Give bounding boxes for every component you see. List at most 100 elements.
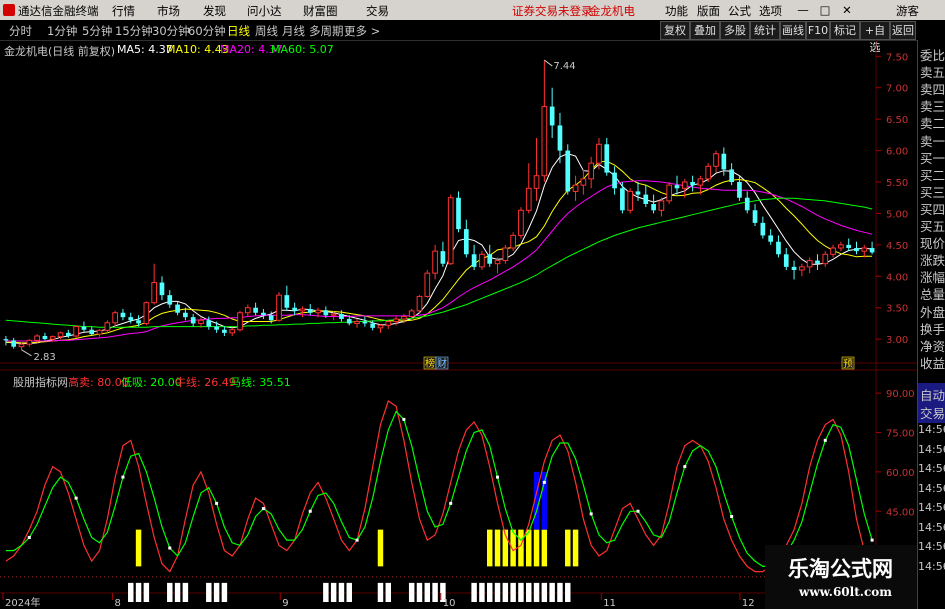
menu-hangqing[interactable]: 行情 <box>112 3 135 19</box>
duogu-button[interactable]: 多股 <box>720 21 750 40</box>
back-button[interactable]: 返回 <box>890 21 916 40</box>
candle-101 <box>791 260 797 280</box>
candle-body-81 <box>635 191 641 195</box>
candle-body-107 <box>838 244 844 249</box>
candle-body-52 <box>408 310 415 318</box>
menu-shichang[interactable]: 市场 <box>157 3 180 19</box>
candle-20 <box>159 276 165 301</box>
side-time-3: 14:56 <box>918 481 945 495</box>
candle-body-96 <box>752 210 758 223</box>
f10-button[interactable]: F10 <box>806 21 830 40</box>
tab-daily[interactable]: 日线 <box>227 23 250 39</box>
candle-body-1 <box>11 340 17 347</box>
watermark-url: www.60lt.com <box>799 585 892 599</box>
login-status[interactable]: 证券交易未登录 <box>512 3 593 19</box>
menu-jiaoyi[interactable]: 交易 <box>366 3 389 19</box>
candle-78 <box>612 166 617 195</box>
candle-body-43 <box>339 314 344 320</box>
signal-bar-white-21 <box>479 582 485 602</box>
close-icon[interactable]: ✕ <box>838 3 856 17</box>
candle-102 <box>799 263 805 277</box>
menu-gongneng[interactable]: 功能 <box>665 3 688 19</box>
candle-body-15 <box>120 312 126 318</box>
candle-70 <box>549 87 555 138</box>
tab-5min[interactable]: 5分钟 <box>82 23 112 39</box>
candle-12 <box>96 329 103 337</box>
signal-bar-white-0 <box>128 582 134 602</box>
tab-fenshi[interactable]: 分时 <box>9 23 32 39</box>
candle-body-73 <box>572 184 579 192</box>
candle-body-90 <box>705 165 712 180</box>
signal-bar-yellow-0 <box>135 529 142 567</box>
menu-wenxiaoda[interactable]: 问小达 <box>247 3 282 19</box>
signal-bar-white-6 <box>206 582 212 602</box>
tab-30min[interactable]: 30分钟 <box>152 23 190 39</box>
candle-body-36 <box>284 295 290 308</box>
candle-71 <box>557 112 563 164</box>
candle-body-92 <box>721 153 727 170</box>
signal-bar-white-24 <box>502 582 509 602</box>
tab-1min[interactable]: 1分钟 <box>47 23 77 39</box>
candle-95 <box>744 191 750 214</box>
ind-marker-111 <box>870 538 874 542</box>
price-axis-label-4: 5.50 <box>886 178 908 189</box>
candle-1 <box>11 337 17 349</box>
tab-monthly[interactable]: 月线 <box>282 23 305 39</box>
fuquan-button[interactable]: 复权 <box>660 21 690 40</box>
huaxian-button[interactable]: 画线 <box>780 21 806 40</box>
menu-xuanxiang[interactable]: 选项 <box>759 3 782 19</box>
candle-22 <box>175 301 180 316</box>
candle-103 <box>806 257 813 274</box>
guest-label[interactable]: 游客 <box>896 3 919 19</box>
add-watchlist-button[interactable]: +自选 <box>860 21 890 54</box>
candle-body-22 <box>175 304 180 313</box>
candle-56 <box>440 241 446 267</box>
side-auto-0: 自动 <box>920 388 945 403</box>
candle-body-42 <box>330 313 337 316</box>
date-label-1: 8 <box>114 598 120 609</box>
maximize-icon[interactable]: □ <box>816 3 834 17</box>
candle-body-9 <box>73 326 79 337</box>
tab-more[interactable]: 更多 > <box>344 23 380 39</box>
kline-chart[interactable]: 7.50 7.00 6.50 6.00 5.50 5.00 4.50 4.00 3.50 3.00… <box>0 40 917 609</box>
indicator-line-1 <box>5 410 873 568</box>
candle-13 <box>104 320 111 333</box>
candle-body-104 <box>815 260 820 264</box>
tab-60min[interactable]: 60分钟 <box>188 23 226 39</box>
diejia-button[interactable]: 叠加 <box>690 21 720 40</box>
candle-54 <box>424 270 431 298</box>
tongji-button[interactable]: 统计 <box>750 21 780 40</box>
candle-body-30 <box>237 312 243 331</box>
candle-68 <box>533 138 540 201</box>
candle-93 <box>729 163 734 186</box>
candle-14 <box>112 310 118 327</box>
candle-45 <box>354 319 360 328</box>
tab-15min[interactable]: 15分钟 <box>115 23 153 39</box>
menu-caifuquan[interactable]: 财富圈 <box>303 3 338 19</box>
candle-body-59 <box>463 229 469 255</box>
tab-multi-period[interactable]: 多周期 <box>309 23 344 39</box>
candle-body-79 <box>620 188 625 211</box>
candle-body-21 <box>167 295 173 305</box>
candle-108 <box>846 238 852 252</box>
menu-gongshi[interactable]: 公式 <box>728 3 751 19</box>
tab-weekly[interactable]: 周线 <box>255 23 278 39</box>
menu-faxian[interactable]: 发现 <box>203 3 226 19</box>
candle-21 <box>167 290 173 308</box>
signal-bar-yellow-7 <box>526 529 532 567</box>
menu-banmian[interactable]: 版面 <box>697 3 720 19</box>
candle-body-25 <box>198 319 204 324</box>
candle-83 <box>651 194 656 214</box>
candle-82 <box>643 185 649 208</box>
candle-59 <box>463 219 469 258</box>
signal-bar-white-27 <box>526 582 532 602</box>
candle-body-0 <box>3 339 9 341</box>
signal-bar-white-22 <box>486 582 493 602</box>
date-label-5: 12 <box>742 598 755 609</box>
candle-body-64 <box>502 247 509 262</box>
minimize-icon[interactable]: — <box>794 3 812 17</box>
candle-11 <box>89 326 95 336</box>
candle-15 <box>120 308 126 321</box>
biaoji-button[interactable]: 标记 <box>830 21 860 40</box>
candle-111 <box>869 241 875 255</box>
